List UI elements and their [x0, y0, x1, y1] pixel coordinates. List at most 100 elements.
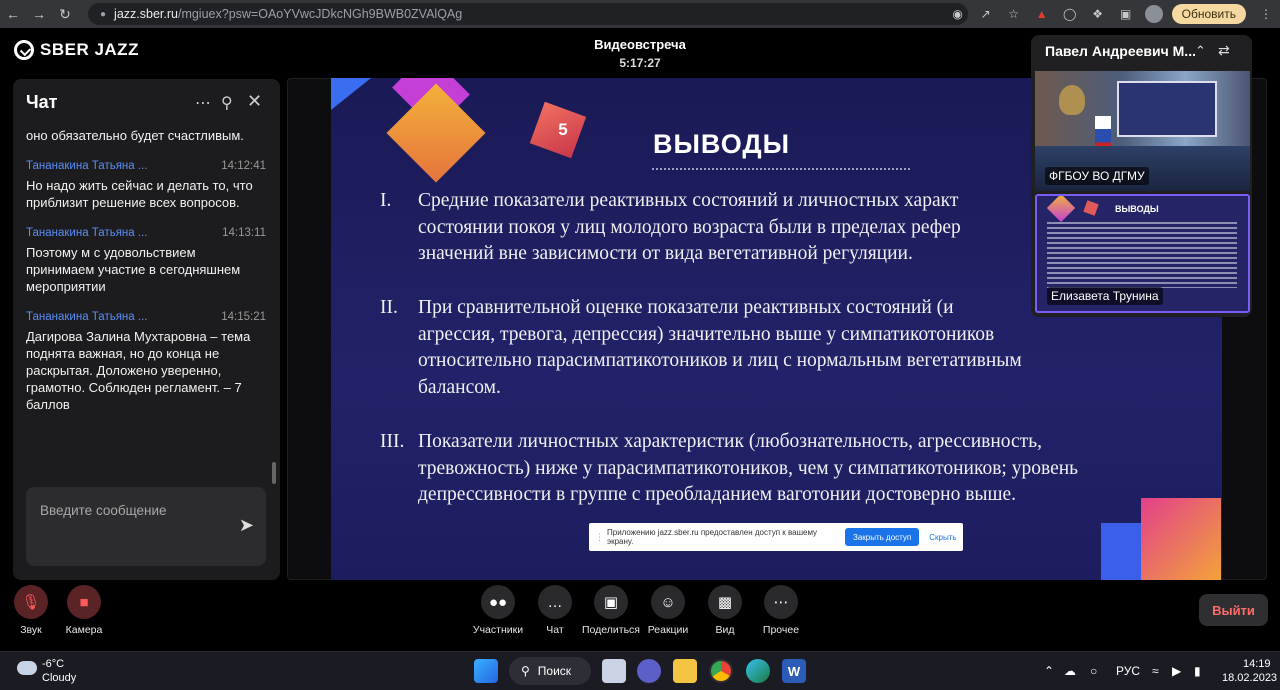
- share-banner-text: Приложению jazz.sber.ru предоставлен дос…: [607, 528, 818, 546]
- browser-menu-icon[interactable]: ⋮: [1252, 0, 1280, 28]
- address-bar[interactable]: ● jazz.sber.ru/mgiuex?psw=OAoYVwcJDkcNGh…: [88, 3, 968, 25]
- message-author[interactable]: Тананакина Татьяна ...: [26, 227, 147, 239]
- participant-header-name: Павел Андреевич М...: [1045, 43, 1195, 59]
- more-dots-icon[interactable]: ⋯: [764, 585, 798, 619]
- control-label: Вид: [715, 624, 735, 636]
- message-time: 14:13:11: [222, 227, 266, 239]
- stop-sharing-button[interactable]: Закрыть доступ: [845, 528, 920, 546]
- bookmark-star-icon[interactable]: ☆: [1000, 0, 1028, 28]
- item-number: II.: [380, 297, 398, 318]
- share-page-icon[interactable]: ↗: [972, 0, 1000, 28]
- camera-control[interactable]: ■ Камера: [49, 585, 119, 636]
- message-time: 14:12:41: [221, 160, 266, 172]
- slide-heading: ВЫВОДЫ: [653, 129, 791, 159]
- screen: ← → ↻ ● jazz.sber.ru/mgiuex?psw=OAoYVwcJ…: [0, 0, 1280, 690]
- pdf-extension-icon[interactable]: ▲: [1028, 0, 1056, 28]
- projector-screen: [1117, 81, 1217, 137]
- control-label: Чат: [546, 624, 564, 636]
- chat-scrollbar[interactable]: [272, 462, 276, 484]
- start-windows-icon[interactable]: [474, 659, 498, 683]
- clock-time[interactable]: 14:19: [1243, 658, 1271, 670]
- message-text: Но надо жить сейчас и делать то, что при…: [26, 178, 253, 210]
- emblem-icon: [1059, 85, 1085, 115]
- send-icon[interactable]: ➤: [239, 515, 254, 536]
- thumbnail-heading: ВЫВОДЫ: [1115, 204, 1159, 214]
- decor-shape: [1083, 200, 1099, 216]
- control-label: Поделиться: [582, 624, 640, 636]
- message-text: оно обязательно будет счастливым.: [26, 128, 244, 143]
- message-time: 14:15:21: [221, 311, 266, 323]
- search-icon[interactable]: ⚲: [221, 93, 233, 113]
- message-text: Дагирова Залина Мухтаровна – тема поднят…: [26, 329, 251, 412]
- back-icon[interactable]: ←: [0, 0, 26, 28]
- chevron-up-icon[interactable]: ⌃: [1044, 664, 1054, 678]
- side-panel-icon[interactable]: ▣: [1112, 0, 1140, 28]
- url-path: /mgiuex?psw=OAoYVwcJDkcNGh9BWB0ZVAlQAg: [177, 7, 463, 21]
- drag-handle-icon[interactable]: ⋮: [595, 532, 604, 543]
- clock-date[interactable]: 18.02.2023: [1222, 672, 1277, 684]
- chrome-icon[interactable]: [709, 659, 733, 683]
- camera-indicator-icon[interactable]: ◉: [944, 0, 972, 28]
- taskbar-search[interactable]: ⚲ Поиск: [509, 657, 591, 685]
- task-view-icon[interactable]: [602, 659, 626, 683]
- chat-message-list: оно обязательно будет счастливым. Танана…: [26, 127, 266, 429]
- profile-avatar-icon[interactable]: [1140, 0, 1168, 28]
- more-options-icon[interactable]: ⋯: [195, 93, 211, 113]
- message-author[interactable]: Тананакина Татьяна ...: [26, 160, 147, 172]
- mic-off-icon[interactable]: 🎙: [14, 585, 48, 619]
- close-icon[interactable]: ✕: [247, 91, 262, 112]
- participants-icon[interactable]: ●●: [481, 585, 515, 619]
- switch-layout-icon[interactable]: ⇄: [1218, 42, 1230, 59]
- weather-desc[interactable]: Cloudy: [42, 672, 76, 684]
- microphone-icon[interactable]: ○: [1090, 664, 1097, 678]
- chat-title: Чат: [26, 92, 58, 112]
- more-control[interactable]: ⋯ Прочее: [746, 585, 816, 636]
- volume-icon[interactable]: ▶: [1172, 664, 1181, 678]
- decor-shape: [1101, 523, 1141, 580]
- chevron-up-icon[interactable]: ⌃: [1195, 43, 1206, 59]
- cloud-sync-icon[interactable]: ☁: [1064, 664, 1076, 678]
- language-indicator[interactable]: РУС: [1116, 664, 1140, 678]
- control-label: Реакции: [647, 624, 689, 636]
- browser-actions: ◉ ↗ ☆ ▲ ◯ ❖ ▣ Обновить ⋮: [944, 0, 1280, 28]
- file-explorer-icon[interactable]: [673, 659, 697, 683]
- teams-chat-icon[interactable]: [637, 659, 661, 683]
- control-label: Звук: [20, 624, 42, 636]
- message-author[interactable]: Тананакина Татьяна ...: [26, 311, 147, 323]
- chat-panel: Чат ⋯ ⚲ ✕ оно обязательно будет счастлив…: [13, 79, 280, 580]
- extensions-puzzle-icon[interactable]: ❖: [1084, 0, 1112, 28]
- cloud-icon[interactable]: [17, 661, 37, 675]
- weather-temp[interactable]: -6°C: [42, 658, 64, 670]
- screen-share-icon[interactable]: ▣: [594, 585, 628, 619]
- forward-icon[interactable]: →: [26, 0, 52, 28]
- windows-taskbar: -6°C Cloudy ⚲ Поиск W ⌃ ☁ ○ РУС ≈ ▶ ▮ 14…: [0, 651, 1280, 690]
- item-number: III.: [380, 431, 405, 452]
- taskbar-search-label: Поиск: [537, 664, 572, 678]
- smiley-icon[interactable]: ☺: [651, 585, 685, 619]
- chat-bubble-icon[interactable]: …: [538, 585, 572, 619]
- chat-message: Тананакина Татьяна ... 14:12:41 Но надо ж…: [26, 160, 266, 211]
- view-layout-icon[interactable]: ▩: [708, 585, 742, 619]
- hide-banner-link[interactable]: Скрыть: [929, 533, 956, 542]
- edge-icon[interactable]: [746, 659, 770, 683]
- word-icon[interactable]: W: [782, 659, 806, 683]
- leave-button[interactable]: Выйти: [1199, 594, 1268, 626]
- decor-shape: [331, 78, 371, 110]
- decor-shape: [386, 83, 486, 183]
- wifi-icon[interactable]: ≈: [1152, 664, 1159, 678]
- video-tile[interactable]: ФГБОУ ВО ДГМУ: [1035, 71, 1250, 191]
- lock-icon: ●: [100, 8, 107, 20]
- control-label: Камера: [65, 624, 103, 636]
- shield-extension-icon[interactable]: ◯: [1056, 0, 1084, 28]
- reload-icon[interactable]: ↻: [52, 0, 78, 28]
- chat-message-input[interactable]: Введите сообщение ➤: [26, 487, 266, 566]
- heading-underline: [652, 168, 910, 170]
- update-button[interactable]: Обновить: [1171, 4, 1246, 24]
- video-tile-active[interactable]: ВЫВОДЫ Елизавета Трунина: [1035, 194, 1250, 313]
- decor-shape: [1141, 498, 1221, 580]
- camera-off-icon[interactable]: ■: [67, 585, 101, 619]
- browser-toolbar: ← → ↻ ● jazz.sber.ru/mgiuex?psw=OAoYVwcJ…: [0, 0, 1280, 28]
- chat-message: Тананакина Татьяна ... 14:13:11 Поэтому м…: [26, 227, 266, 295]
- battery-icon[interactable]: ▮: [1194, 664, 1201, 678]
- control-label: Прочее: [762, 624, 800, 636]
